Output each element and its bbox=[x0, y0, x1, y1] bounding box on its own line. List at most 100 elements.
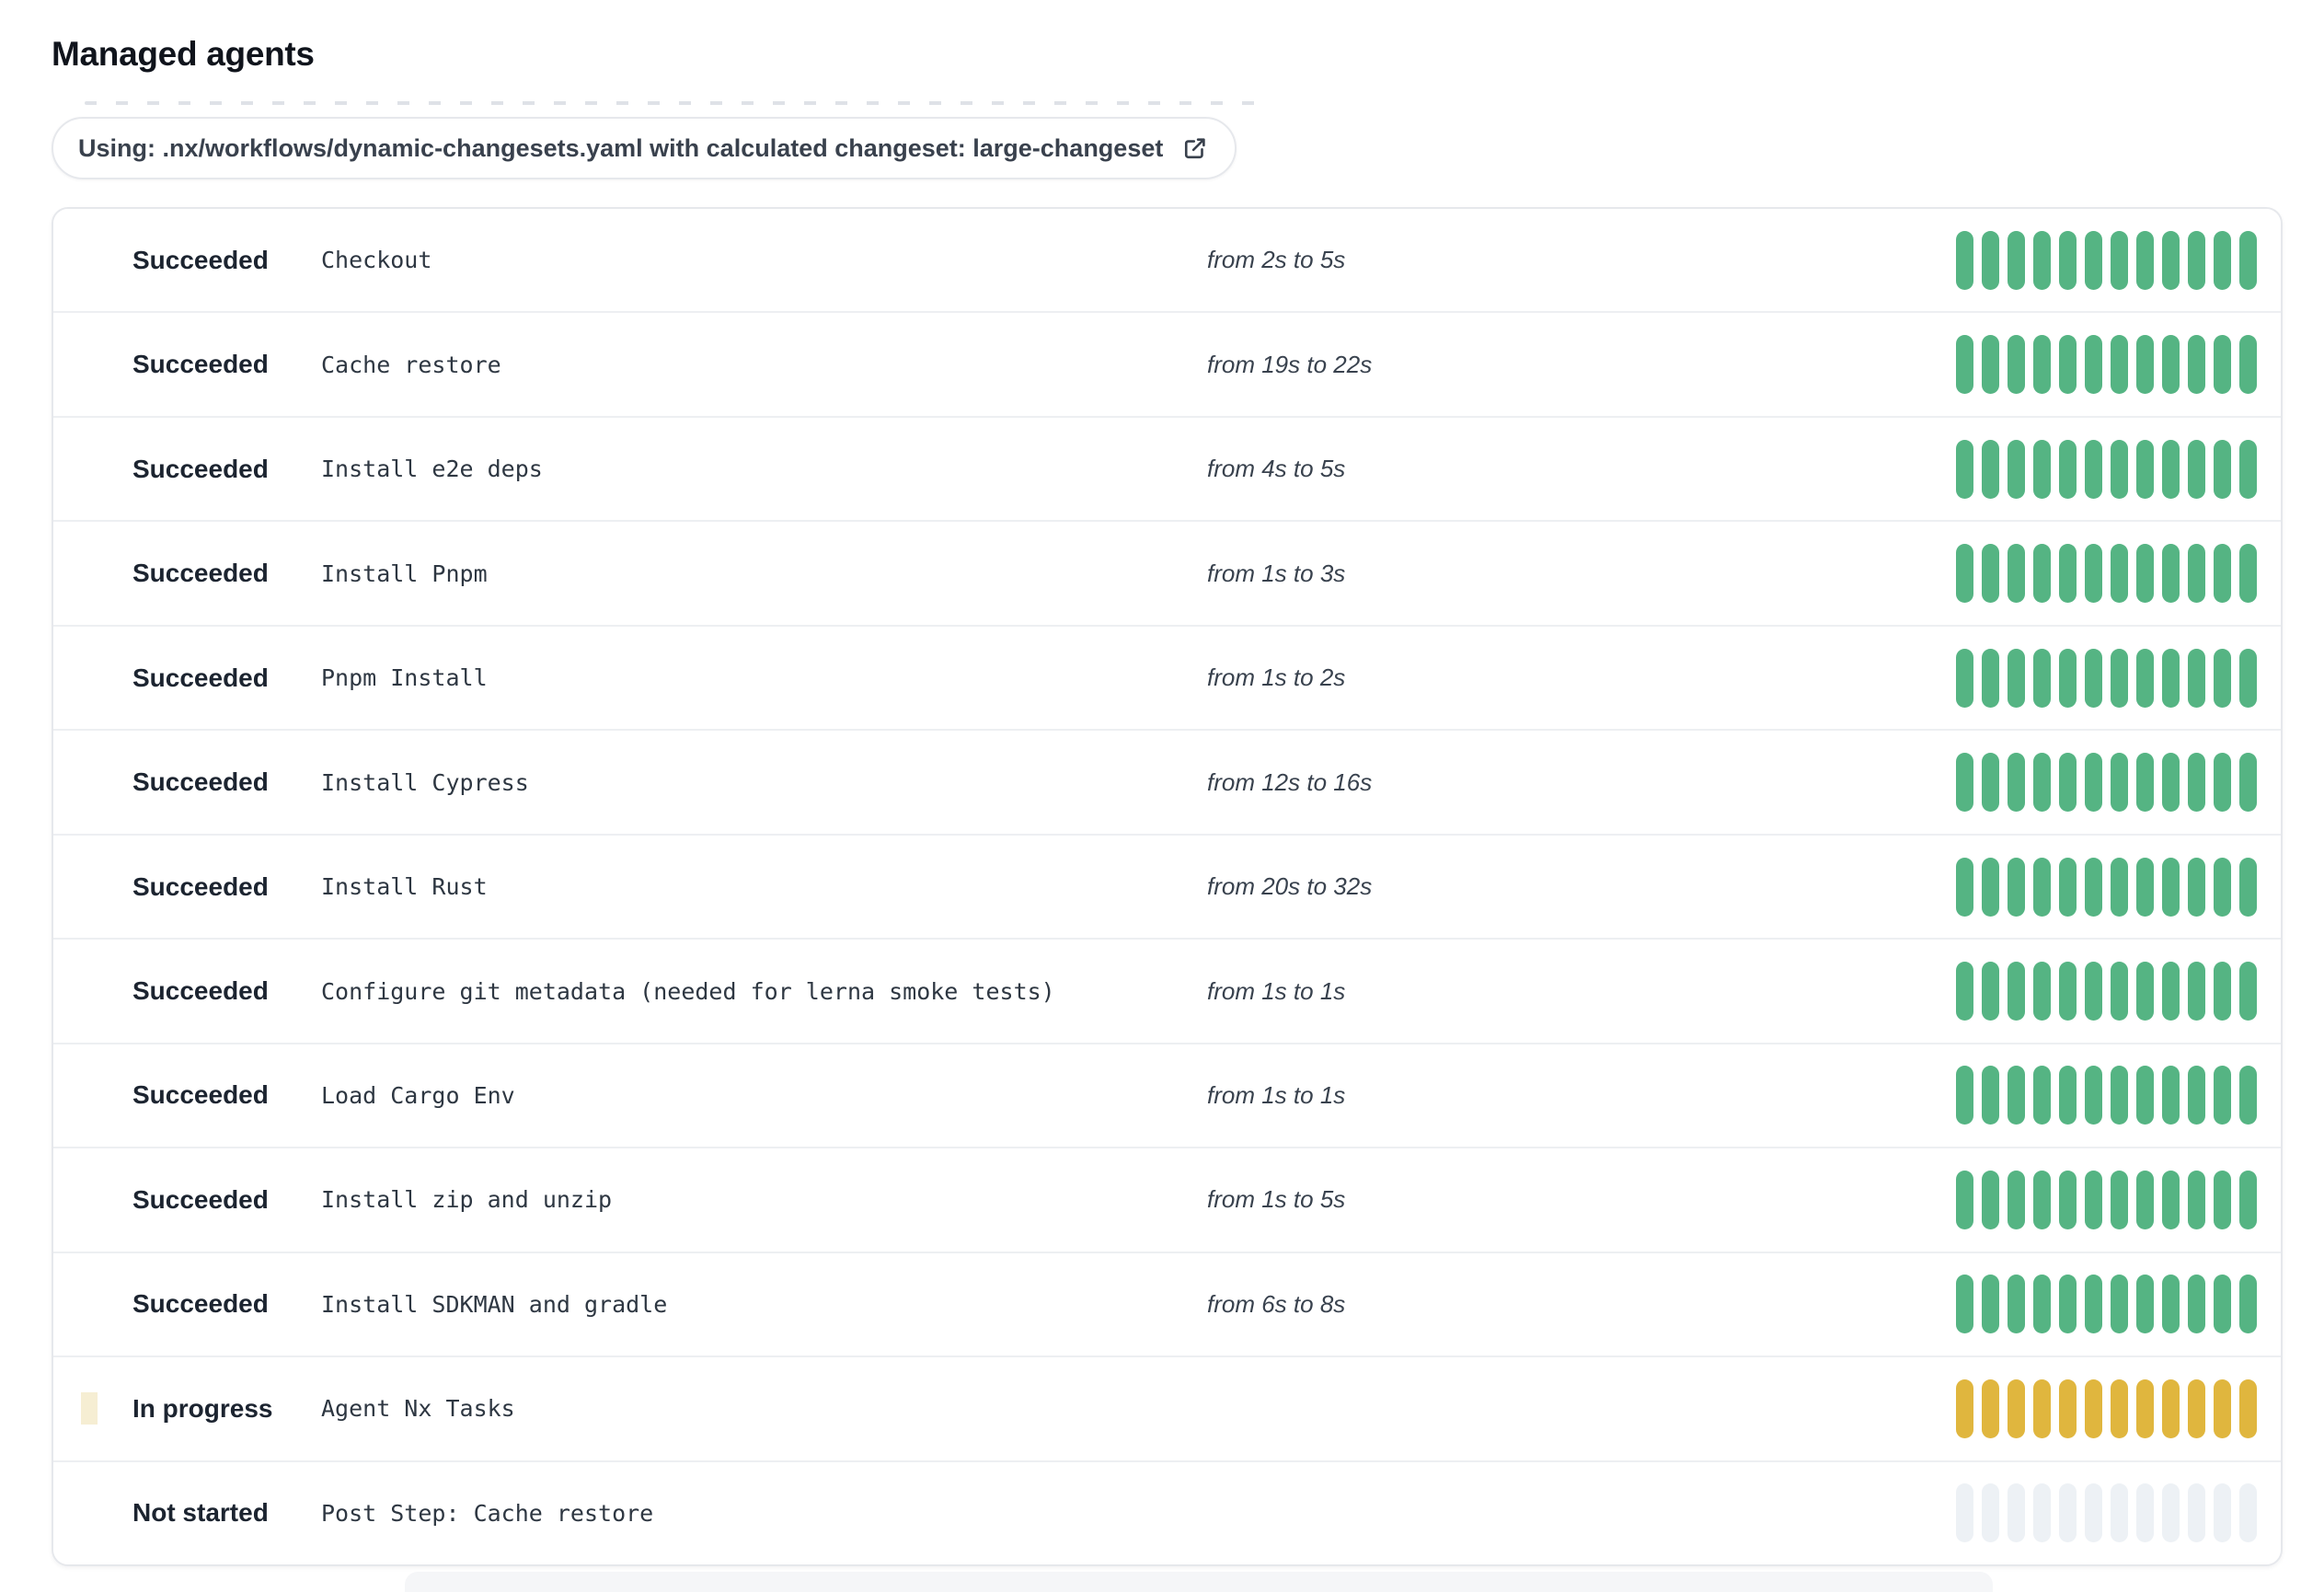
agent-segment bbox=[2136, 857, 2154, 917]
agent-segments-bar[interactable] bbox=[1956, 1066, 2257, 1125]
agent-segment bbox=[2059, 1483, 2077, 1543]
agent-segment bbox=[1956, 1275, 1973, 1334]
agent-segments-bar[interactable] bbox=[1956, 753, 2257, 813]
agent-segment bbox=[2162, 1379, 2180, 1438]
step-duration: from 1s to 1s bbox=[1207, 976, 1346, 1005]
status-label: Succeeded bbox=[132, 245, 269, 274]
agent-segment bbox=[2214, 1483, 2231, 1543]
step-row[interactable]: Succeeded Install zip and unzip from 1s … bbox=[53, 1147, 2281, 1252]
agent-segment bbox=[2188, 1170, 2205, 1229]
next-section-peek bbox=[405, 1572, 1993, 1592]
agent-segment bbox=[1982, 1379, 1999, 1438]
agent-segment bbox=[1956, 753, 1973, 813]
agent-segments-bar[interactable] bbox=[1956, 335, 2257, 395]
agent-segment bbox=[2188, 962, 2205, 1021]
agent-segment bbox=[2136, 648, 2154, 708]
agent-segment bbox=[1956, 962, 1973, 1021]
step-row[interactable]: Succeeded Load Cargo Env from 1s to 1s bbox=[53, 1042, 2281, 1148]
agent-segments-bar[interactable] bbox=[1956, 962, 2257, 1021]
agent-segment bbox=[2111, 335, 2128, 395]
agent-segment bbox=[2085, 1483, 2102, 1543]
agent-segment bbox=[2136, 1379, 2154, 1438]
agent-segment bbox=[1956, 439, 1973, 499]
agent-segment bbox=[2111, 544, 2128, 604]
agent-segments-bar[interactable] bbox=[1956, 1483, 2257, 1543]
agent-segment bbox=[2239, 544, 2257, 604]
agent-segments-bar[interactable] bbox=[1956, 230, 2257, 290]
agent-segment bbox=[2162, 962, 2180, 1021]
agent-segment bbox=[2162, 439, 2180, 499]
agent-segment bbox=[2111, 1483, 2128, 1543]
agent-segment bbox=[2033, 1066, 2051, 1125]
agent-segment bbox=[2085, 1379, 2102, 1438]
agent-segments-bar[interactable] bbox=[1956, 439, 2257, 499]
agent-segment bbox=[2239, 1170, 2257, 1229]
agent-segment bbox=[2188, 1483, 2205, 1543]
step-name: Pnpm Install bbox=[321, 664, 488, 692]
agent-segment bbox=[1982, 1483, 1999, 1543]
step-row[interactable]: Succeeded Install Rust from 20s to 32s bbox=[53, 833, 2281, 939]
agent-segment bbox=[2162, 1170, 2180, 1229]
agent-segments-bar[interactable] bbox=[1956, 857, 2257, 917]
agent-segment bbox=[2239, 1379, 2257, 1438]
step-row[interactable]: Succeeded Install e2e deps from 4s to 5s bbox=[53, 415, 2281, 521]
step-name: Install Rust bbox=[321, 873, 488, 901]
agent-segment bbox=[1956, 1483, 1973, 1543]
agent-segment bbox=[2008, 1066, 2025, 1125]
step-duration: from 1s to 5s bbox=[1207, 1185, 1346, 1214]
agent-segment bbox=[2033, 1275, 2051, 1334]
step-name: Post Step: Cache restore bbox=[321, 1499, 654, 1527]
agent-segment bbox=[1956, 335, 1973, 395]
agent-segment bbox=[2162, 1066, 2180, 1125]
step-duration: from 20s to 32s bbox=[1207, 872, 1373, 901]
step-row[interactable]: Succeeded Cache restore from 19s to 22s bbox=[53, 311, 2281, 416]
agent-segment bbox=[2085, 544, 2102, 604]
agent-segment bbox=[1982, 1066, 1999, 1125]
agent-segment bbox=[2008, 230, 2025, 290]
status-label: Succeeded bbox=[132, 871, 269, 901]
agent-segment bbox=[1982, 962, 1999, 1021]
agent-segment bbox=[2033, 335, 2051, 395]
agent-segment bbox=[2085, 1275, 2102, 1334]
agent-segments-bar[interactable] bbox=[1956, 1275, 2257, 1334]
agent-segment bbox=[2136, 753, 2154, 813]
agent-segment bbox=[2111, 1275, 2128, 1334]
agent-segment bbox=[2111, 962, 2128, 1021]
step-row[interactable]: Succeeded Pnpm Install from 1s to 2s bbox=[53, 624, 2281, 730]
agent-segments-bar[interactable] bbox=[1956, 544, 2257, 604]
agent-segments-bar[interactable] bbox=[1956, 648, 2257, 708]
agent-segment bbox=[2239, 753, 2257, 813]
agent-segment bbox=[1982, 1275, 1999, 1334]
step-row[interactable]: Succeeded Install SDKMAN and gradle from… bbox=[53, 1251, 2281, 1356]
agent-segment bbox=[2162, 230, 2180, 290]
status-dot-cell bbox=[88, 1401, 132, 1417]
agent-segment bbox=[2188, 648, 2205, 708]
agent-segment bbox=[2059, 857, 2077, 917]
step-row[interactable]: Succeeded Checkout from 2s to 5s bbox=[53, 209, 2281, 312]
agent-segment bbox=[2162, 335, 2180, 395]
step-row[interactable]: Succeeded Install Pnpm from 1s to 3s bbox=[53, 520, 2281, 625]
step-row[interactable]: Not started Post Step: Cache restore bbox=[53, 1459, 2281, 1564]
status-label: In progress bbox=[132, 1393, 273, 1423]
step-row[interactable]: In progress Agent Nx Tasks bbox=[53, 1356, 2281, 1460]
step-row[interactable]: Succeeded Install Cypress from 12s to 16… bbox=[53, 729, 2281, 834]
agent-segment bbox=[2239, 1066, 2257, 1125]
step-name: Install Cypress bbox=[321, 768, 529, 796]
agent-segment bbox=[2188, 439, 2205, 499]
status-label: Succeeded bbox=[132, 1080, 269, 1110]
agent-segment bbox=[2214, 962, 2231, 1021]
agent-segment bbox=[2033, 753, 2051, 813]
agent-segment bbox=[2239, 1275, 2257, 1334]
step-row[interactable]: Succeeded Configure git metadata (needed… bbox=[53, 938, 2281, 1043]
agent-segment bbox=[2136, 439, 2154, 499]
agent-segment bbox=[2111, 1170, 2128, 1229]
agent-segment bbox=[1956, 1379, 1973, 1438]
agent-segments-bar[interactable] bbox=[1956, 1170, 2257, 1229]
agent-segment bbox=[2085, 439, 2102, 499]
agent-segments-bar[interactable] bbox=[1956, 1379, 2257, 1438]
agent-segment bbox=[2188, 857, 2205, 917]
agent-segment bbox=[1982, 648, 1999, 708]
agent-segment bbox=[2214, 753, 2231, 813]
agent-segment bbox=[2136, 1170, 2154, 1229]
workflow-file-button[interactable]: Using: .nx/workflows/dynamic-changesets.… bbox=[52, 117, 1237, 179]
